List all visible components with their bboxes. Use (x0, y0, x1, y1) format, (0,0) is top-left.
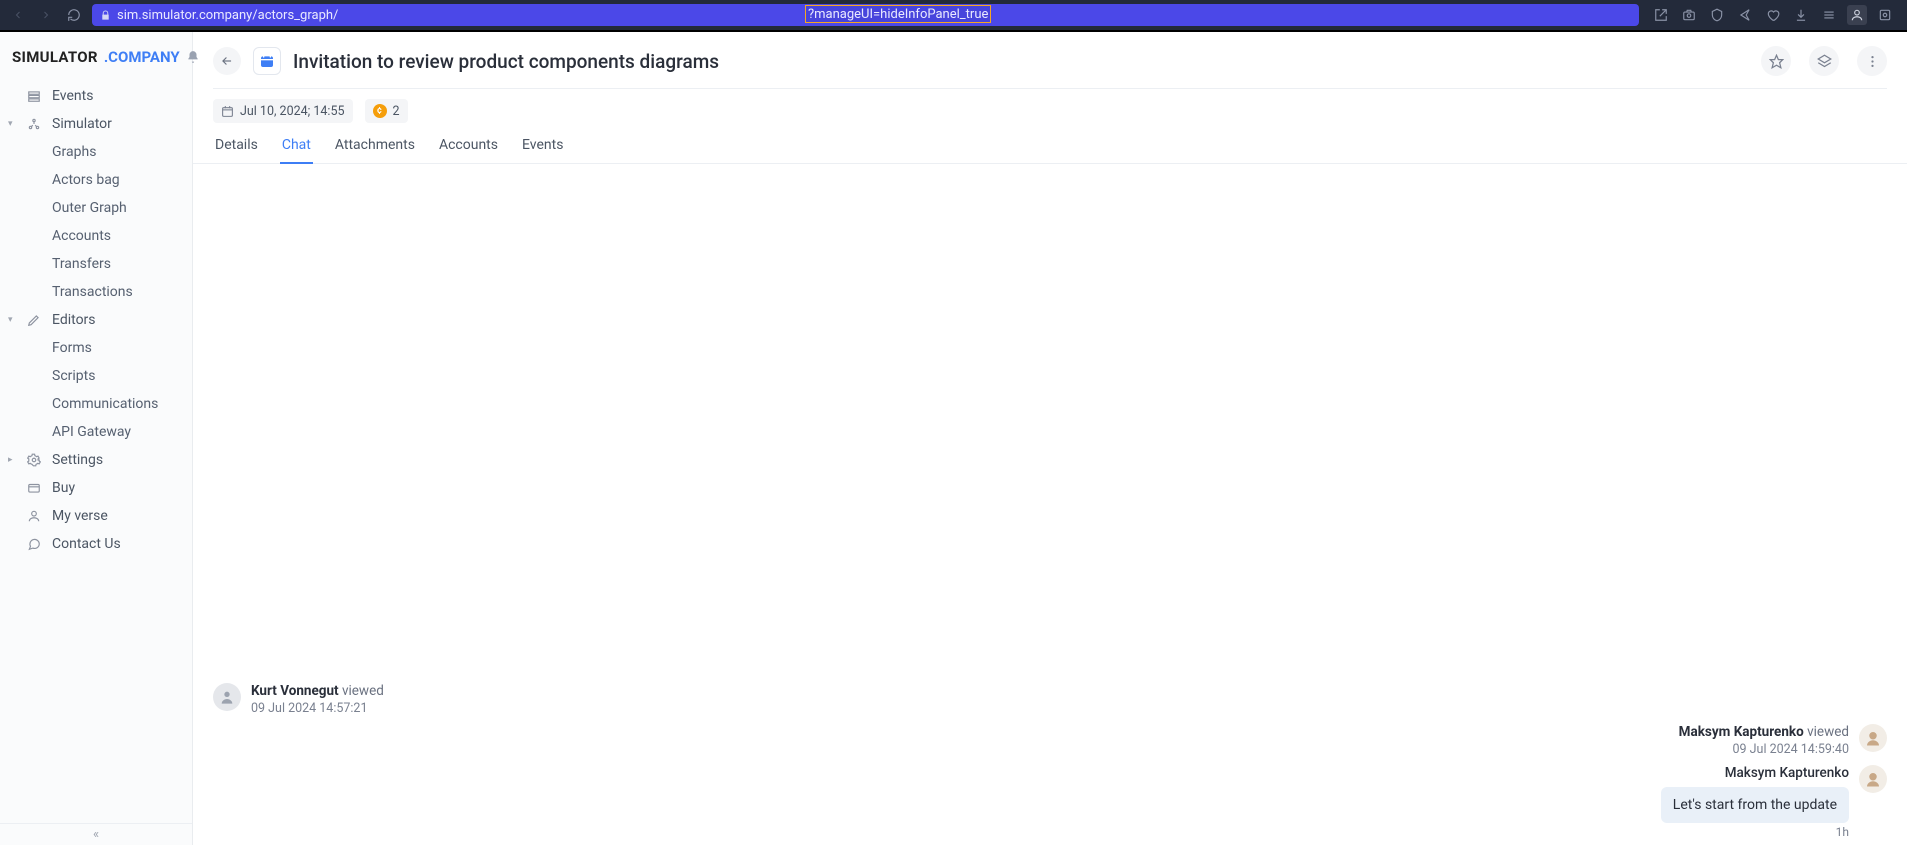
logo[interactable]: SIMULATOR .COMPANY (0, 32, 192, 76)
sidebar-item-my-verse[interactable]: My verse (0, 502, 192, 530)
logo-part2: .COMPANY (104, 48, 180, 66)
sidebar-item-simulator[interactable]: ▾ Simulator (0, 110, 192, 138)
sidebar-label: Settings (52, 452, 103, 468)
chat-event-time: 09 Jul 2024 14:59:40 (1679, 742, 1849, 757)
url-text: sim.simulator.company/actors_graph/ (117, 8, 338, 23)
shield-icon[interactable] (1707, 5, 1727, 25)
tab-details[interactable]: Details (213, 137, 260, 163)
wallet-icon (26, 481, 42, 495)
sidebar-item-settings[interactable]: ▸ Settings (0, 446, 192, 474)
sidebar-nav: Events ▾ Simulator Graphs Actors bag Out… (0, 76, 192, 823)
chat-event-head: Maksym Kapturenko viewed (1679, 724, 1849, 740)
sidebar-collapse-button[interactable]: « (0, 823, 192, 845)
editors-icon (26, 313, 42, 327)
chat-event-head: Kurt Vonnegut viewed (251, 683, 384, 699)
chat-message-bubble: Let's start from the update (1661, 787, 1849, 823)
chevron-right-icon: ▸ (8, 455, 13, 465)
more-menu-button[interactable] (1857, 46, 1887, 76)
page-title: Invitation to review product components … (293, 50, 1743, 73)
heart-icon[interactable] (1763, 5, 1783, 25)
coin-count: 2 (393, 104, 400, 119)
chat-icon (26, 537, 42, 551)
avatar[interactable] (213, 683, 241, 711)
browser-right-icons (1647, 5, 1899, 25)
chat-event-left: Kurt Vonnegut viewed 09 Jul 2024 14:57:2… (213, 683, 1887, 716)
sidebar-sub-graphs[interactable]: Graphs (0, 138, 192, 166)
browser-forward-button[interactable] (36, 5, 56, 25)
tabs: Details Chat Attachments Accounts Events (193, 127, 1907, 164)
sidebar-sub-api-gateway[interactable]: API Gateway (0, 418, 192, 446)
sidebar-label: Buy (52, 480, 75, 496)
sidebar-item-events[interactable]: Events (0, 82, 192, 110)
avatar[interactable] (1859, 765, 1887, 793)
sidebar: SIMULATOR .COMPANY Events ▾ Simulator Gr… (0, 32, 193, 845)
sidebar-sub-forms[interactable]: Forms (0, 334, 192, 362)
extension-icon[interactable] (1875, 5, 1895, 25)
chat-message-right: Maksym Kapturenko Let's start from the u… (213, 765, 1887, 839)
lock-icon (100, 10, 111, 21)
page-header: Invitation to review product components … (193, 32, 1907, 88)
star-button[interactable] (1761, 46, 1791, 76)
logo-part1: SIMULATOR (12, 48, 98, 66)
sidebar-label: Events (52, 88, 93, 104)
chat-area: Kurt Vonnegut viewed 09 Jul 2024 14:57:2… (193, 164, 1907, 845)
sidebar-item-buy[interactable]: Buy (0, 474, 192, 502)
main-content: Invitation to review product components … (193, 32, 1907, 845)
browser-reload-button[interactable] (64, 5, 84, 25)
layers-button[interactable] (1809, 46, 1839, 76)
browser-toolbar: sim.simulator.company/actors_graph/ ?man… (0, 0, 1907, 30)
sidebar-sub-communications[interactable]: Communications (0, 390, 192, 418)
sidebar-sub-transactions[interactable]: Transactions (0, 278, 192, 306)
share-icon[interactable] (1651, 5, 1671, 25)
chat-event-right: Maksym Kapturenko viewed 09 Jul 2024 14:… (213, 724, 1887, 757)
chat-message-author: Maksym Kapturenko (1725, 765, 1849, 781)
browser-address-bar[interactable]: sim.simulator.company/actors_graph/ ?man… (92, 4, 1639, 26)
sidebar-sub-transfers[interactable]: Transfers (0, 250, 192, 278)
coin-chip[interactable]: ¢ 2 (365, 99, 408, 123)
sidebar-sub-outer-graph[interactable]: Outer Graph (0, 194, 192, 222)
sidebar-item-contact[interactable]: Contact Us (0, 530, 192, 558)
chat-message-ago: 1h (1836, 825, 1849, 839)
sidebar-label: Contact Us (52, 536, 121, 552)
sidebar-label: My verse (52, 508, 108, 524)
sidebar-sub-actors-bag[interactable]: Actors bag (0, 166, 192, 194)
tab-accounts[interactable]: Accounts (437, 137, 500, 163)
sidebar-sub-scripts[interactable]: Scripts (0, 362, 192, 390)
coin-icon: ¢ (373, 104, 387, 118)
sidebar-sub-accounts[interactable]: Accounts (0, 222, 192, 250)
chevron-down-icon: ▾ (8, 119, 13, 129)
sidebar-item-editors[interactable]: ▾ Editors (0, 306, 192, 334)
events-icon (26, 89, 42, 103)
date-text: Jul 10, 2024; 14:55 (240, 104, 345, 119)
chevron-down-icon: ▾ (8, 315, 13, 325)
download-icon[interactable] (1791, 5, 1811, 25)
send-icon[interactable] (1735, 5, 1755, 25)
browser-back-button[interactable] (8, 5, 28, 25)
date-chip[interactable]: Jul 10, 2024; 14:55 (213, 99, 353, 123)
list-icon[interactable] (1819, 5, 1839, 25)
sidebar-label: Editors (52, 312, 96, 328)
meta-row: Jul 10, 2024; 14:55 ¢ 2 (193, 89, 1907, 127)
tab-chat[interactable]: Chat (280, 137, 313, 163)
profile-icon[interactable] (1847, 5, 1867, 25)
person-icon (26, 509, 42, 523)
chat-event-time: 09 Jul 2024 14:57:21 (251, 701, 384, 716)
simulator-icon (26, 117, 42, 131)
camera-icon[interactable] (1679, 5, 1699, 25)
event-type-icon (253, 47, 281, 75)
back-button[interactable] (213, 47, 241, 75)
chat-spacer (213, 174, 1887, 675)
tab-events[interactable]: Events (520, 137, 565, 163)
calendar-icon (221, 105, 234, 118)
sidebar-label: Simulator (52, 116, 112, 132)
avatar[interactable] (1859, 724, 1887, 752)
gear-icon (26, 453, 42, 467)
url-query-highlight: ?manageUI=hideInfoPanel_true (805, 5, 991, 23)
tab-attachments[interactable]: Attachments (333, 137, 417, 163)
